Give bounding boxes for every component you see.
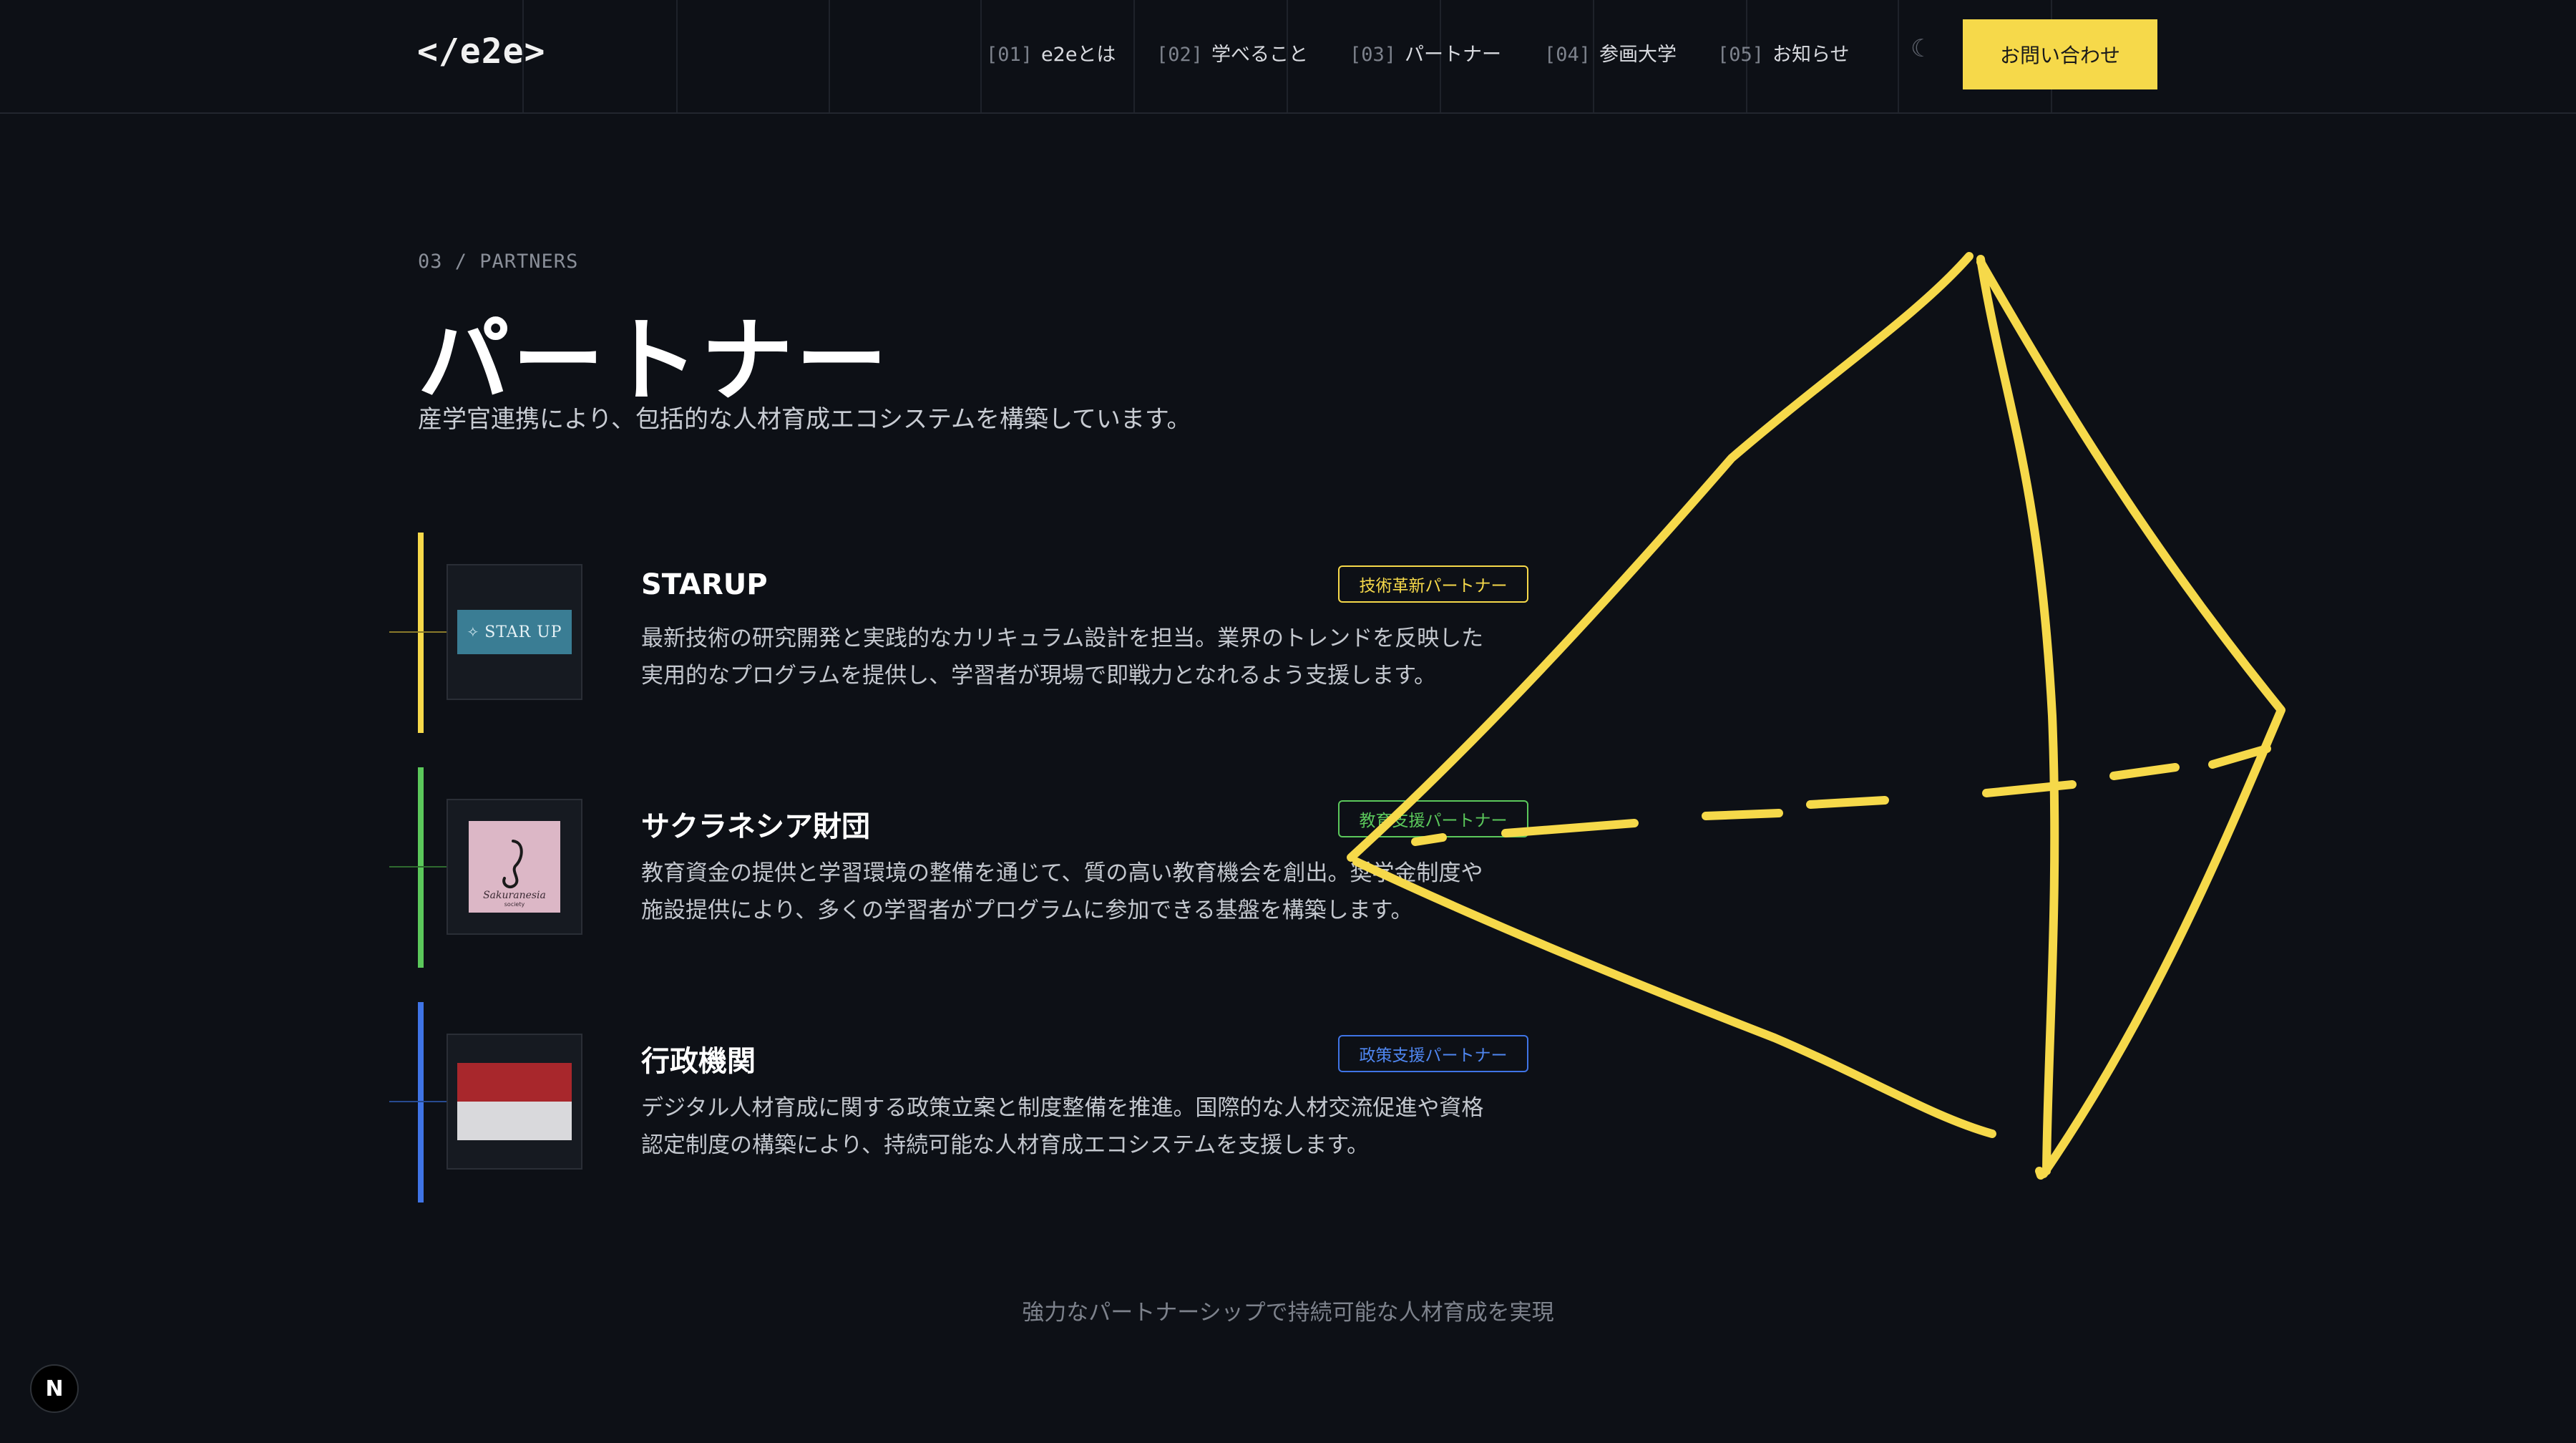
accent-bar [418, 1002, 424, 1202]
partner-tag: 政策支援パートナー [1338, 1035, 1528, 1072]
nav-number: [01] [986, 44, 1033, 66]
site-logo[interactable]: </e2e> [417, 31, 545, 72]
sketch-dashed-edge [1411, 744, 2271, 846]
header-divider [676, 0, 678, 112]
site-header: </e2e> [01] e2eとは [02] 学べること [03] パートナー [04… [0, 0, 2576, 114]
description-line: 認定制度の構築により、持続可能な人材育成エコシステムを支援します。 [641, 1132, 1370, 1158]
flag-white-band [457, 1102, 572, 1140]
nav-number: [05] [1717, 44, 1765, 66]
accent-bar [418, 767, 424, 968]
nav-number: [02] [1156, 44, 1204, 66]
logo-name: e2e> [459, 31, 546, 72]
partner-name: 行政機関 [641, 1045, 756, 1078]
header-divider [1898, 0, 1899, 112]
nav-label: e2eとは [1041, 44, 1116, 66]
moon-icon[interactable]: ☾ [1911, 34, 1932, 63]
sketch-edge [1976, 255, 2059, 1175]
nav-label: お知らせ [1772, 44, 1850, 66]
partner-card-starup: ✧ STAR UP STARUP 技術革新パートナー 最新技術の研究開発と実践的… [389, 533, 1536, 733]
nav-number: [03] [1350, 44, 1397, 66]
partner-logo [447, 1034, 582, 1170]
section-subtitle: 産学官連携により、包括的な人材育成エコシステムを構築しています。 [418, 405, 1191, 434]
nav-item-learn[interactable]: [02] 学べること [1156, 39, 1308, 67]
partner-card-government: 行政機関 政策支援パートナー デジタル人材育成に関する政策立案と制度整備を推進。… [389, 1002, 1536, 1202]
logo-open: </ [417, 31, 460, 72]
description-line: 実用的なプログラムを提供し、学習者が現場で即戦力となれるよう支援します。 [641, 663, 1437, 689]
sketch-edge [2035, 1167, 2045, 1180]
starup-logo: ✧ STAR UP [457, 610, 572, 654]
partner-tag: 技術革新パートナー [1338, 565, 1528, 603]
contact-button[interactable]: お問い合わせ [1963, 19, 2157, 89]
sakuranesia-logo-subtext: society [504, 901, 525, 908]
header-divider [1133, 0, 1135, 112]
partner-description: 教育資金の提供と学習環境の整備を通じて、質の高い教育機会を創出。奨学金制度や 施… [641, 855, 1536, 929]
nav-label: 学べること [1211, 44, 1309, 66]
starup-logo-text: STAR UP [484, 623, 562, 641]
sakuranesia-logo: Sakuranesia society [469, 821, 560, 913]
nav-label: 参画大学 [1599, 44, 1677, 66]
nav-item-partners[interactable]: [03] パートナー [1350, 39, 1501, 67]
partner-logo: ✧ STAR UP [447, 564, 582, 700]
partner-name: STARUP [641, 568, 768, 601]
nav-number: [04] [1544, 44, 1591, 66]
header-divider [980, 0, 982, 112]
dev-tools-badge[interactable]: N [30, 1364, 79, 1413]
nav-label: パートナー [1405, 44, 1502, 66]
partner-tag: 教育支援パートナー [1338, 800, 1528, 837]
flag-red-band [457, 1063, 572, 1102]
description-line: 施設提供により、多くの学習者がプログラムに参加できる基盤を構築します。 [641, 898, 1413, 923]
description-line: 最新技術の研究開発と実践的なカリキュラム設計を担当。業界のトレンドを反映した [641, 626, 1484, 651]
partner-name: サクラネシア財団 [641, 810, 870, 843]
partner-description: 最新技術の研究開発と実践的なカリキュラム設計を担当。業界のトレンドを反映した 実… [641, 620, 1536, 694]
partner-logo: Sakuranesia society [447, 799, 582, 935]
nav-item-news[interactable]: [05] お知らせ [1717, 39, 1850, 67]
partner-card-sakuranesia: Sakuranesia society サクラネシア財団 教育支援パートナー 教… [389, 767, 1536, 968]
nav-item-about[interactable]: [01] e2eとは [986, 39, 1116, 67]
starup-mark-icon: ✧ [467, 623, 479, 641]
description-line: 教育資金の提供と学習環境の整備を通じて、質の高い教育機会を創出。奨学金制度や [641, 860, 1483, 886]
description-line: デジタル人材育成に関する政策立案と制度整備を推進。国際的な人材交流促進や資格 [641, 1095, 1484, 1121]
partnership-tagline: 強力なパートナーシップで持続可能な人材育成を実現 [1022, 1300, 1554, 1326]
flag-icon [457, 1063, 572, 1140]
nav-item-universities[interactable]: [04] 参画大学 [1544, 39, 1677, 67]
partner-description: デジタル人材育成に関する政策立案と制度整備を推進。国際的な人材交流促進や資格 認… [641, 1089, 1536, 1164]
header-divider [829, 0, 830, 112]
section-eyebrow: 03 / PARTNERS [418, 251, 579, 273]
sakuranesia-logo-text: Sakuranesia [483, 890, 546, 901]
accent-bar [418, 533, 424, 733]
sketch-edge [1976, 258, 2285, 1178]
